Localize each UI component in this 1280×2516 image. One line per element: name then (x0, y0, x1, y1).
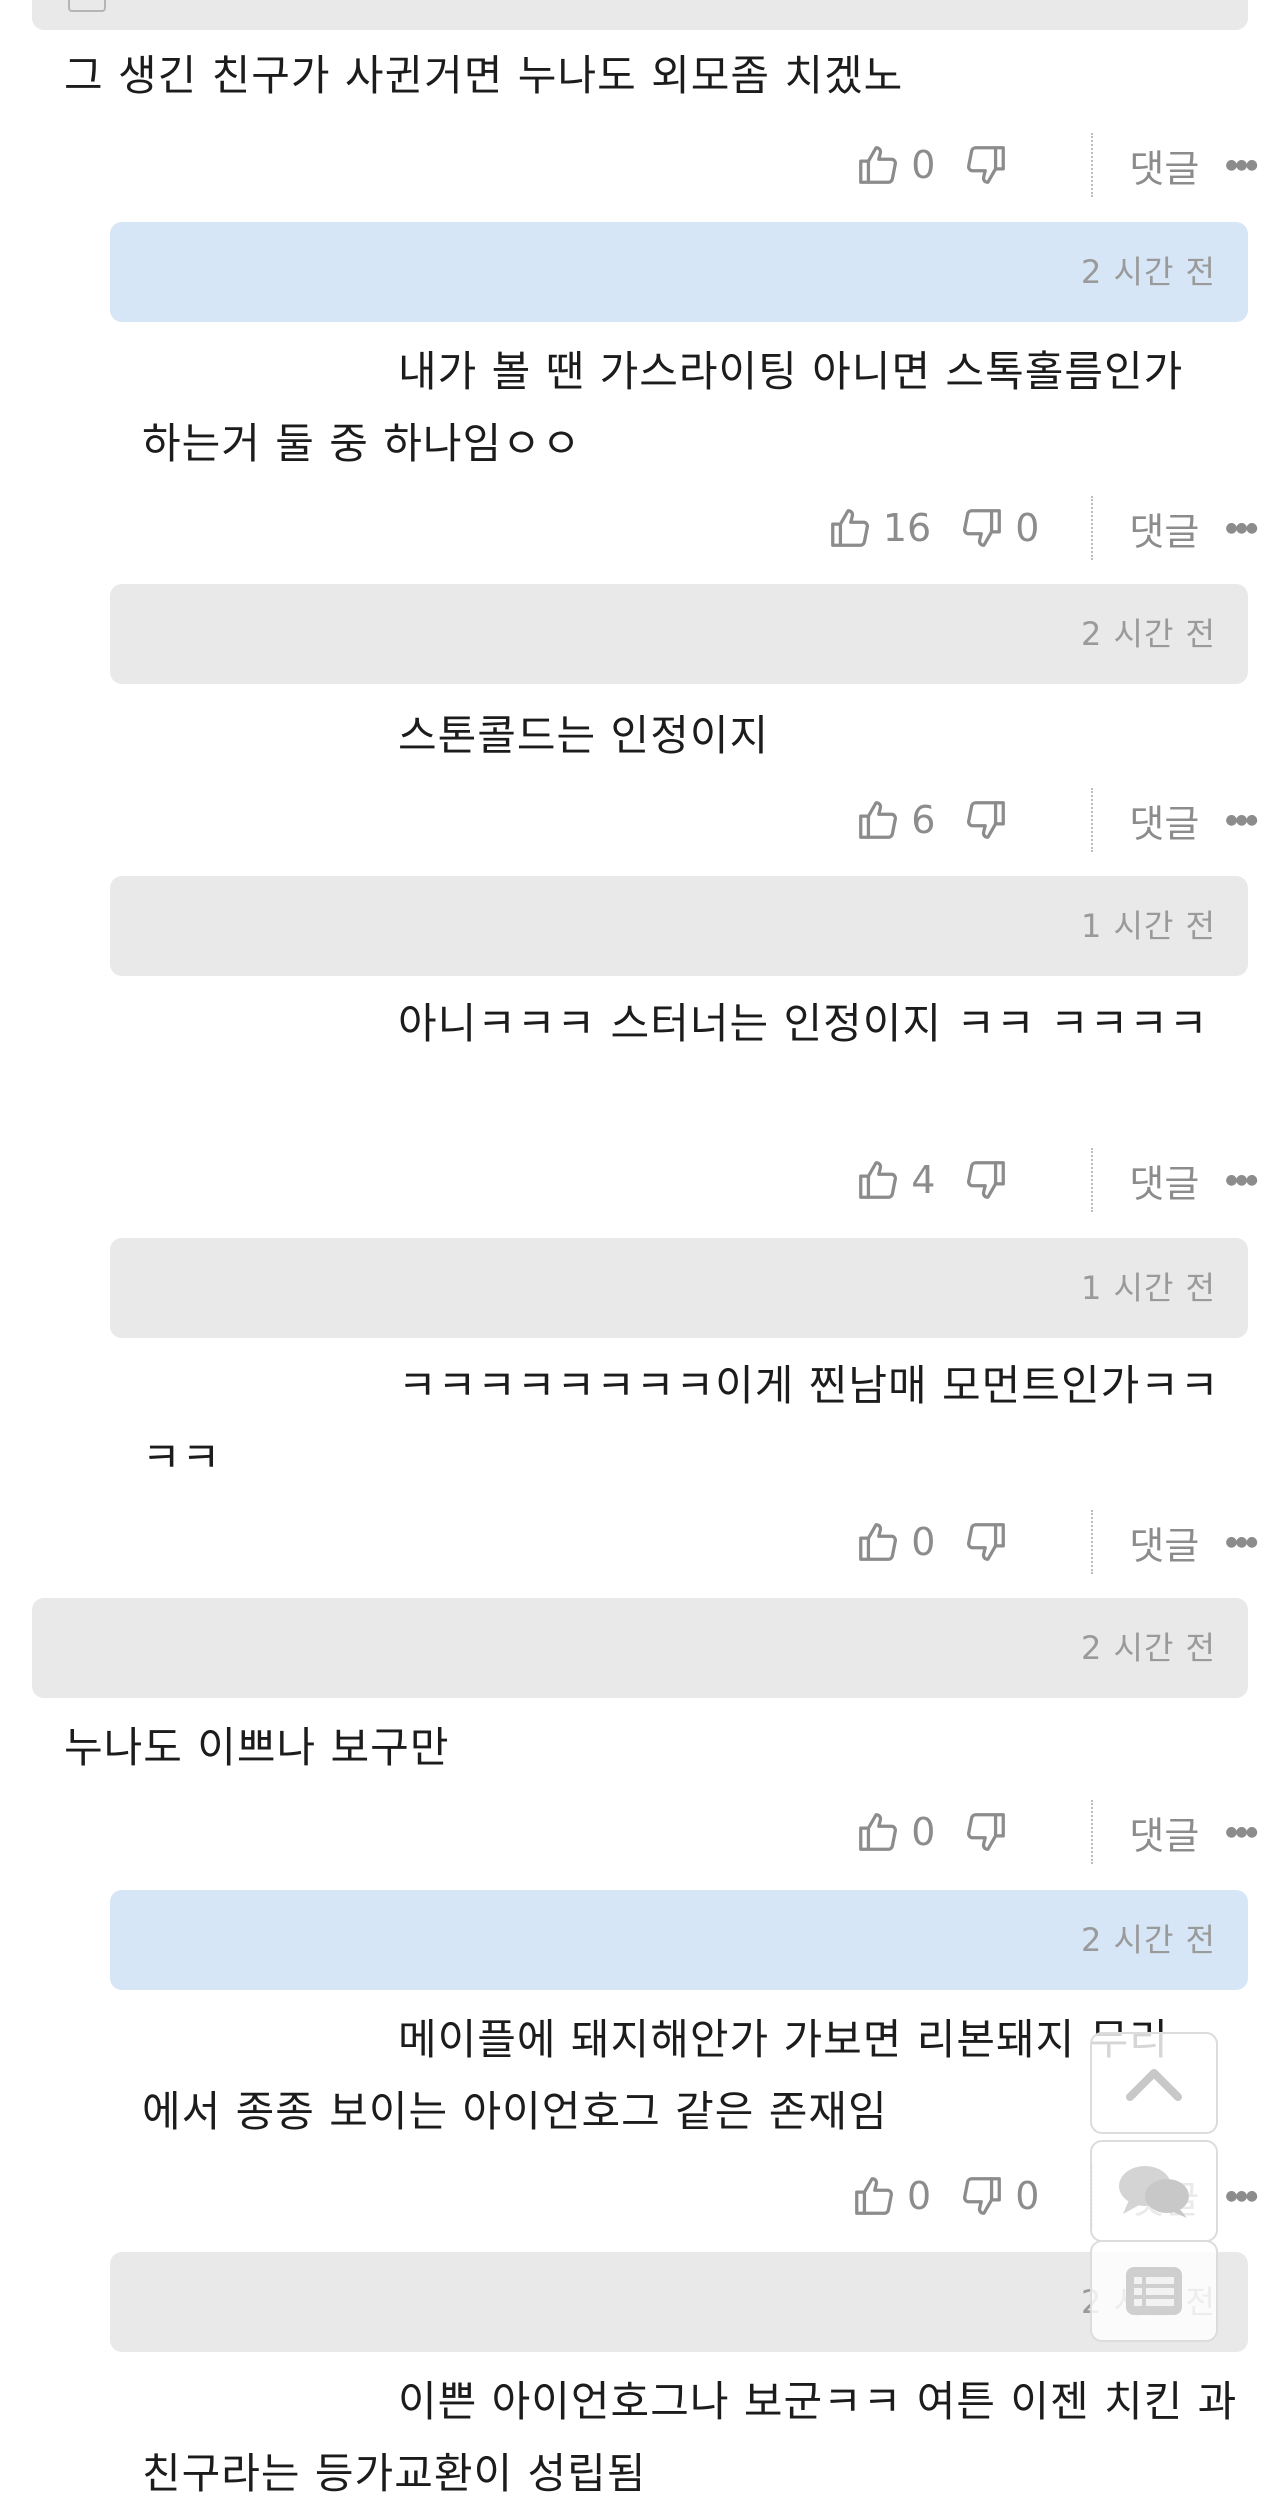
comment-thread: 그 생긴 친구가 사귄거면 누나도 외모좀 치겠노 0 댓글 ●●● 2 시간 전 내가 … (0, 0, 1280, 2516)
like-button[interactable]: 0 (855, 1519, 935, 1565)
reply-button[interactable]: 댓글 (1129, 793, 1199, 848)
list-icon (1126, 2267, 1182, 2315)
comment-text: 이쁜 아이언호그나 보군ㅋㅋ 여튼 이젠 치킨 과 친구라는 등가교환이 성립됨 (142, 2377, 1238, 2498)
comment-actions: 00댓글●●● (0, 2146, 1280, 2246)
comment-text: 그 생긴 친구가 사귄거면 누나도 외모좀 치겠노 (64, 51, 904, 100)
chat-bubbles-icon (1119, 2166, 1189, 2218)
more-options-icon[interactable]: ●●● (1225, 2188, 1258, 2204)
comment-text: ㅋㅋㅋㅋㅋㅋㅋㅋ이게 찐남매 모먼트인가ㅋㅋ ㅋㅋ (142, 1361, 1220, 1482)
comment-timestamp: 1 시간 전 (1080, 1269, 1216, 1307)
thumbs-down-icon (963, 2177, 1002, 2215)
action-divider (1091, 1148, 1094, 1212)
more-options-icon[interactable]: ●●● (1225, 1534, 1258, 1550)
comment-header: 2 시간 전 (110, 1890, 1248, 1990)
comment-actions: 6 댓글 ●●● (0, 770, 1280, 870)
more-options-icon[interactable]: ●●● (1225, 520, 1258, 536)
comment-actions: 4 댓글 ●●● (0, 1130, 1280, 1230)
thumbs-down-icon (967, 801, 1006, 839)
thumbs-up-icon (859, 1161, 898, 1199)
like-count: 6 (911, 798, 936, 842)
thumbs-down-icon (963, 509, 1002, 547)
comment-text: 스톤콜드는 인정이지 (398, 711, 770, 760)
comment-text: 아니ㅋㅋㅋ 스터너는 인정이지 ㅋㅋ ㅋㅋㅋㅋ (398, 999, 1209, 1048)
dislike-button[interactable] (963, 1519, 1039, 1565)
comment-actions: 0 댓글 ●●● (0, 1492, 1280, 1592)
comment-header: 1 시간 전 (110, 1238, 1248, 1338)
dislike-button[interactable]: 0 (959, 505, 1039, 551)
like-count: 0 (907, 2174, 932, 2218)
dislike-button[interactable] (963, 1157, 1039, 1203)
thumbs-down-icon (967, 1523, 1006, 1561)
comment-actions: 0 댓글 ●●● (0, 1782, 1280, 1882)
comment-header: 2 시간 전 (110, 222, 1248, 322)
list-button[interactable] (1090, 2240, 1218, 2342)
reply-button[interactable]: 댓글 (1129, 1515, 1199, 1570)
comment-action-group: 16 0 댓글 ●●● (799, 478, 1258, 578)
dislike-button[interactable] (963, 142, 1039, 188)
like-count: 0 (911, 1520, 936, 1564)
reply-button[interactable]: 댓글 (1129, 1805, 1199, 1860)
dislike-button[interactable] (963, 1809, 1039, 1855)
comment-header: 2 시간 전 (110, 2252, 1248, 2352)
action-divider (1091, 1510, 1094, 1574)
dislike-button[interactable]: 0 (959, 2173, 1039, 2219)
more-options-icon[interactable]: ●●● (1225, 157, 1258, 173)
comment-timestamp: 2 시간 전 (1080, 1629, 1216, 1667)
reply-button[interactable]: 댓글 (1129, 1153, 1199, 1208)
action-divider (1091, 496, 1094, 560)
comment-actions: 0 댓글 ●●● (0, 115, 1280, 215)
like-count: 16 (882, 506, 932, 550)
thumbs-down-icon (967, 146, 1006, 184)
comment-action-group: 0 댓글 ●●● (827, 115, 1258, 215)
comment-timestamp: 2 시간 전 (1080, 615, 1216, 653)
thumbs-up-icon (859, 801, 898, 839)
comment-actions: 16 0 댓글 ●●● (0, 478, 1280, 578)
action-divider (1091, 133, 1094, 197)
comment-action-group: 6 댓글 ●●● (827, 770, 1258, 870)
more-options-icon[interactable]: ●●● (1225, 1172, 1258, 1188)
comment-timestamp: 1 시간 전 (1080, 907, 1216, 945)
like-count: 0 (911, 1810, 936, 1854)
like-button[interactable]: 4 (855, 1157, 935, 1203)
comment-header: 2 시간 전 (110, 584, 1248, 684)
more-options-icon[interactable]: ●●● (1225, 1824, 1258, 1840)
action-divider (1091, 788, 1094, 852)
comment-header: 1 시간 전 (110, 876, 1248, 976)
like-button[interactable]: 0 (851, 2173, 931, 2219)
comment-timestamp: 2 시간 전 (1080, 253, 1216, 291)
chat-button[interactable] (1090, 2140, 1218, 2242)
like-button[interactable]: 0 (855, 1809, 935, 1855)
dislike-button[interactable] (963, 797, 1039, 843)
comment-text: 누나도 이쁘나 보구만 (64, 1723, 450, 1772)
thumbs-up-icon (859, 1523, 898, 1561)
thumbs-up-icon (859, 1813, 898, 1851)
comment-timestamp: 2 시간 전 (1080, 1921, 1216, 1959)
comment-header: 2 시간 전 (32, 1598, 1248, 1698)
like-count: 0 (911, 143, 936, 187)
like-button[interactable]: 16 (827, 505, 931, 551)
previous-comment-header (32, 0, 1248, 30)
like-count: 4 (911, 1158, 936, 1202)
scroll-top-button[interactable] (1090, 2032, 1218, 2134)
like-button[interactable]: 6 (855, 797, 935, 843)
dislike-count: 0 (1015, 506, 1040, 550)
thumbs-up-icon (830, 509, 869, 547)
reply-button[interactable]: 댓글 (1129, 501, 1199, 556)
thumbs-up-icon (859, 146, 898, 184)
comment-action-group: 4 댓글 ●●● (827, 1130, 1258, 1230)
comment-text: 메이플에 돼지해안가 가보면 리본돼지 무리 에서 종종 보이는 아이언호그 같… (142, 2015, 1169, 2136)
action-divider (1091, 1800, 1094, 1864)
comment-action-group: 0 댓글 ●●● (827, 1782, 1258, 1882)
comment-text: 내가 볼 땐 가스라이팅 아니면 스톡홀름인가 하는거 둘 중 하나임ㅇㅇ (142, 347, 1184, 468)
like-button[interactable]: 0 (855, 142, 935, 188)
dislike-count: 0 (1015, 2174, 1040, 2218)
comment-action-group: 0 댓글 ●●● (827, 1492, 1258, 1592)
chevron-up-icon (1126, 2069, 1182, 2101)
thumbs-down-icon (967, 1813, 1006, 1851)
checkbox-icon[interactable] (68, 0, 106, 12)
more-options-icon[interactable]: ●●● (1225, 812, 1258, 828)
thumbs-down-icon (967, 1161, 1006, 1199)
reply-button[interactable]: 댓글 (1129, 138, 1199, 193)
thumbs-up-icon (855, 2177, 894, 2215)
